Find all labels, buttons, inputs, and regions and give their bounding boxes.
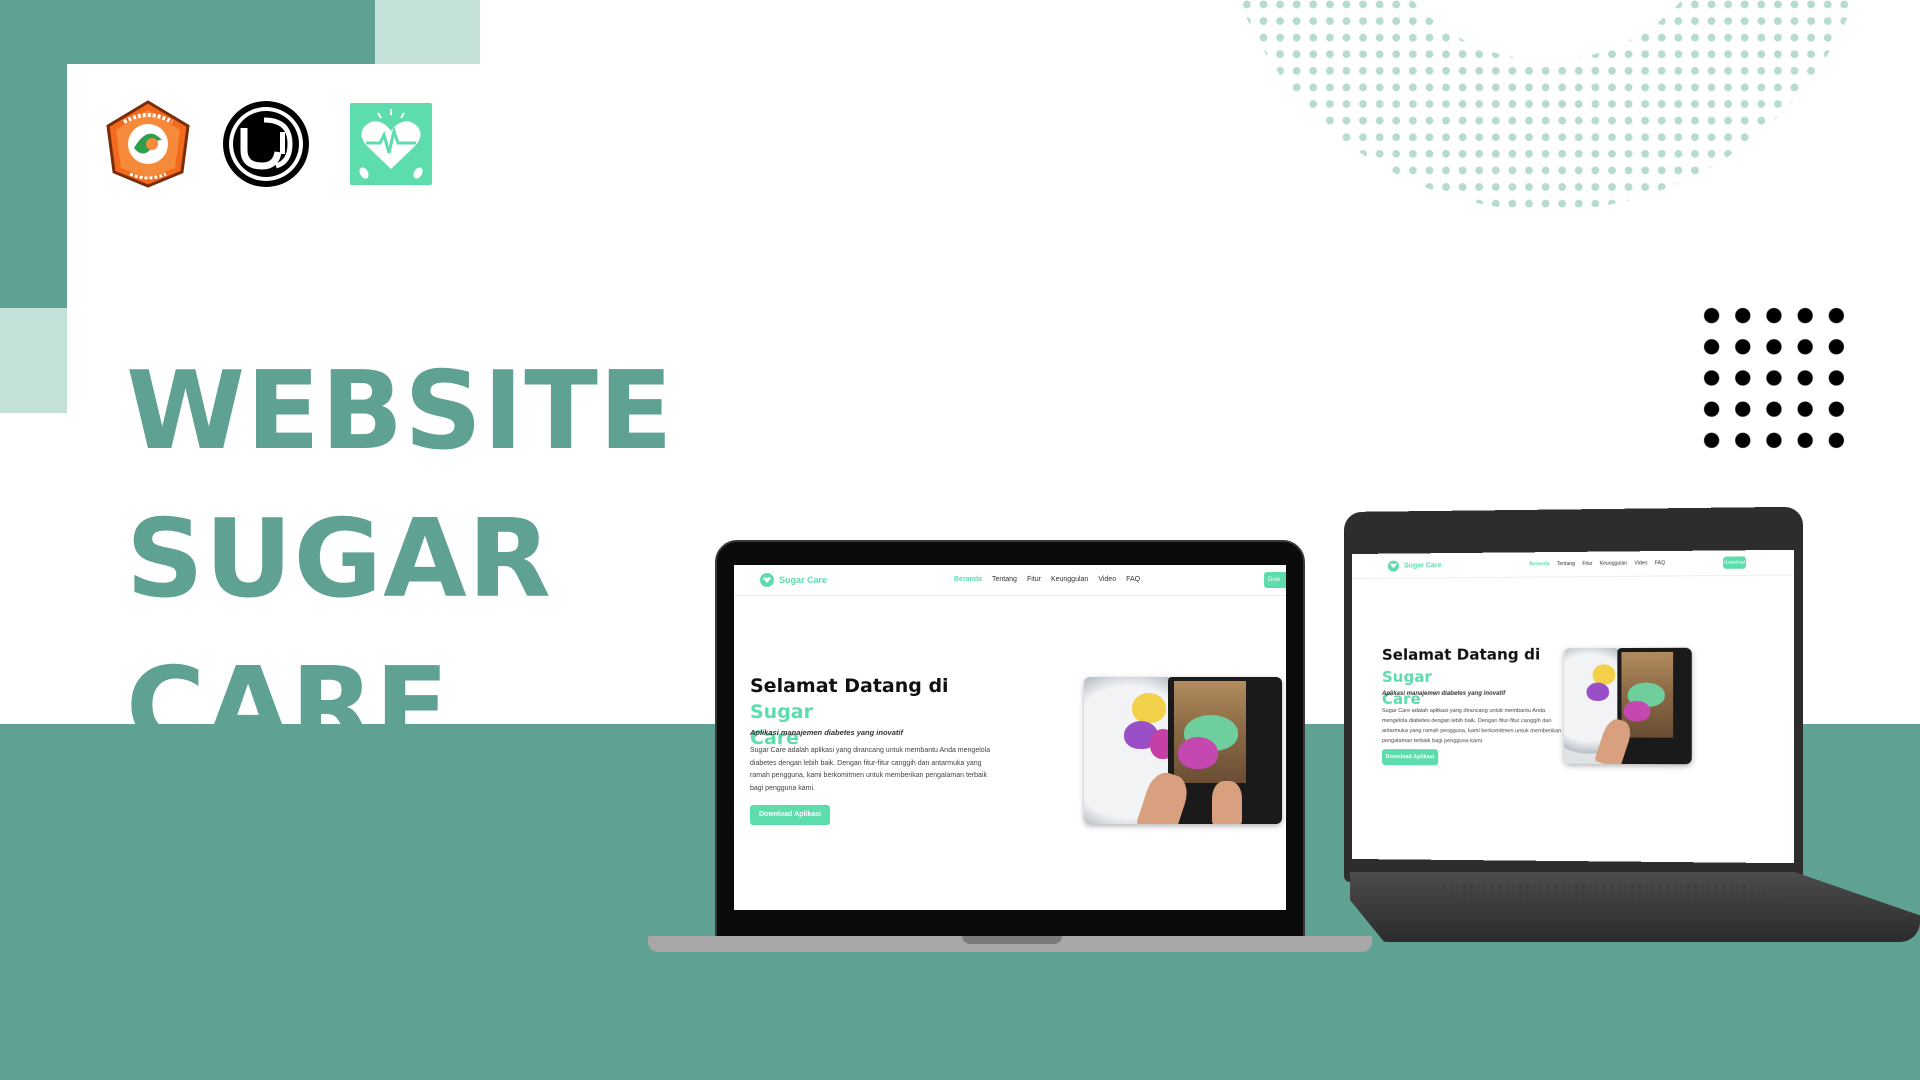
site-nav-links: Beranda Tentang Fitur Keunggulan Video F… (954, 576, 1140, 583)
site-nav-links-2: Beranda Tentang Fitur Keunggulan Video F… (1529, 560, 1665, 567)
sugar-care-website-preview-2: Sugar Care Beranda Tentang Fitur Keunggu… (1352, 549, 1795, 863)
hero-description-2: Sugar Care adalah aplikasi yang dirancan… (1381, 708, 1562, 745)
nav-link-keunggulan[interactable]: Keunggulan (1600, 561, 1627, 567)
university-circle-logo-icon (220, 98, 312, 190)
download-app-button[interactable]: Download Aplikasi (750, 805, 830, 825)
laptop-front-notch (962, 936, 1062, 944)
nav-link-tentang[interactable]: Tentang (992, 576, 1017, 583)
hero-tagline: Aplikasi manajemen diabetes yang inovati… (750, 728, 903, 737)
laptop-front-screen: Sugar Care Beranda Tentang Fitur Keunggu… (734, 565, 1286, 910)
site-navbar: Sugar Care Beranda Tentang Fitur Keunggu… (734, 565, 1286, 596)
heart-pulse-app-icon (350, 103, 432, 185)
hero-title-text: Selamat Datang di (750, 675, 949, 697)
hero-tagline-2: Aplikasi manajemen diabetes yang inovati… (1381, 690, 1506, 697)
nav-link-faq[interactable]: FAQ (1126, 576, 1140, 583)
decor-bar-left-light (0, 308, 67, 413)
nav-link-keunggulan[interactable]: Keunggulan (1051, 576, 1088, 583)
site-brand-label: Sugar Care (779, 575, 828, 585)
slide-title-line-1: WEBSITE SUGAR (126, 349, 674, 622)
hero-title: Selamat Datang di Sugar Care (750, 673, 1010, 751)
nav-link-beranda[interactable]: Beranda (1529, 561, 1549, 567)
heart-logo-icon (760, 573, 774, 587)
politeknik-negeri-padang-logo-icon (104, 100, 192, 188)
decor-bar-top-light (375, 0, 480, 64)
nav-link-tentang[interactable]: Tentang (1557, 561, 1575, 567)
nav-link-beranda[interactable]: Beranda (954, 576, 982, 583)
nav-link-fitur[interactable]: Fitur (1582, 561, 1592, 567)
hero-title-highlight-2a: Sugar (1381, 667, 1432, 686)
hero-title-highlight-1: Sugar (750, 701, 814, 723)
slide-title-line-2: CARE (126, 645, 450, 770)
sugar-care-website-preview: Sugar Care Beranda Tentang Fitur Keunggu… (734, 565, 1286, 910)
hero-photo-cakes (1084, 677, 1282, 824)
laptop-right-screen: Sugar Care Beranda Tentang Fitur Keunggu… (1352, 549, 1795, 864)
nav-download-button[interactable]: Dow (1264, 572, 1286, 588)
nav-download-button-2[interactable]: Download (1723, 556, 1746, 569)
nav-link-video[interactable]: Video (1634, 560, 1647, 566)
decor-bar-left (0, 0, 67, 308)
hero-title-text-2: Selamat Datang di (1381, 645, 1541, 664)
heart-logo-icon (1387, 560, 1399, 572)
nav-link-fitur[interactable]: Fitur (1027, 576, 1041, 583)
black-dot-grid-decoration (1696, 300, 1852, 456)
nav-link-video[interactable]: Video (1098, 576, 1116, 583)
site-brand-label-2: Sugar Care (1403, 561, 1442, 570)
hero-description: Sugar Care adalah aplikasi yang dirancan… (750, 747, 991, 792)
download-app-button-2[interactable]: Download Aplikasi (1381, 749, 1439, 766)
site-navbar-2: Sugar Care Beranda Tentang Fitur Keunggu… (1352, 549, 1795, 579)
hero-title-2: Selamat Datang di Sugar Care (1382, 643, 1564, 710)
nav-link-faq[interactable]: FAQ (1655, 560, 1665, 566)
site-brand[interactable]: Sugar Care (760, 573, 827, 587)
hero-photo-cakes-2 (1563, 647, 1692, 765)
site-brand-2[interactable]: Sugar Care (1387, 560, 1442, 572)
